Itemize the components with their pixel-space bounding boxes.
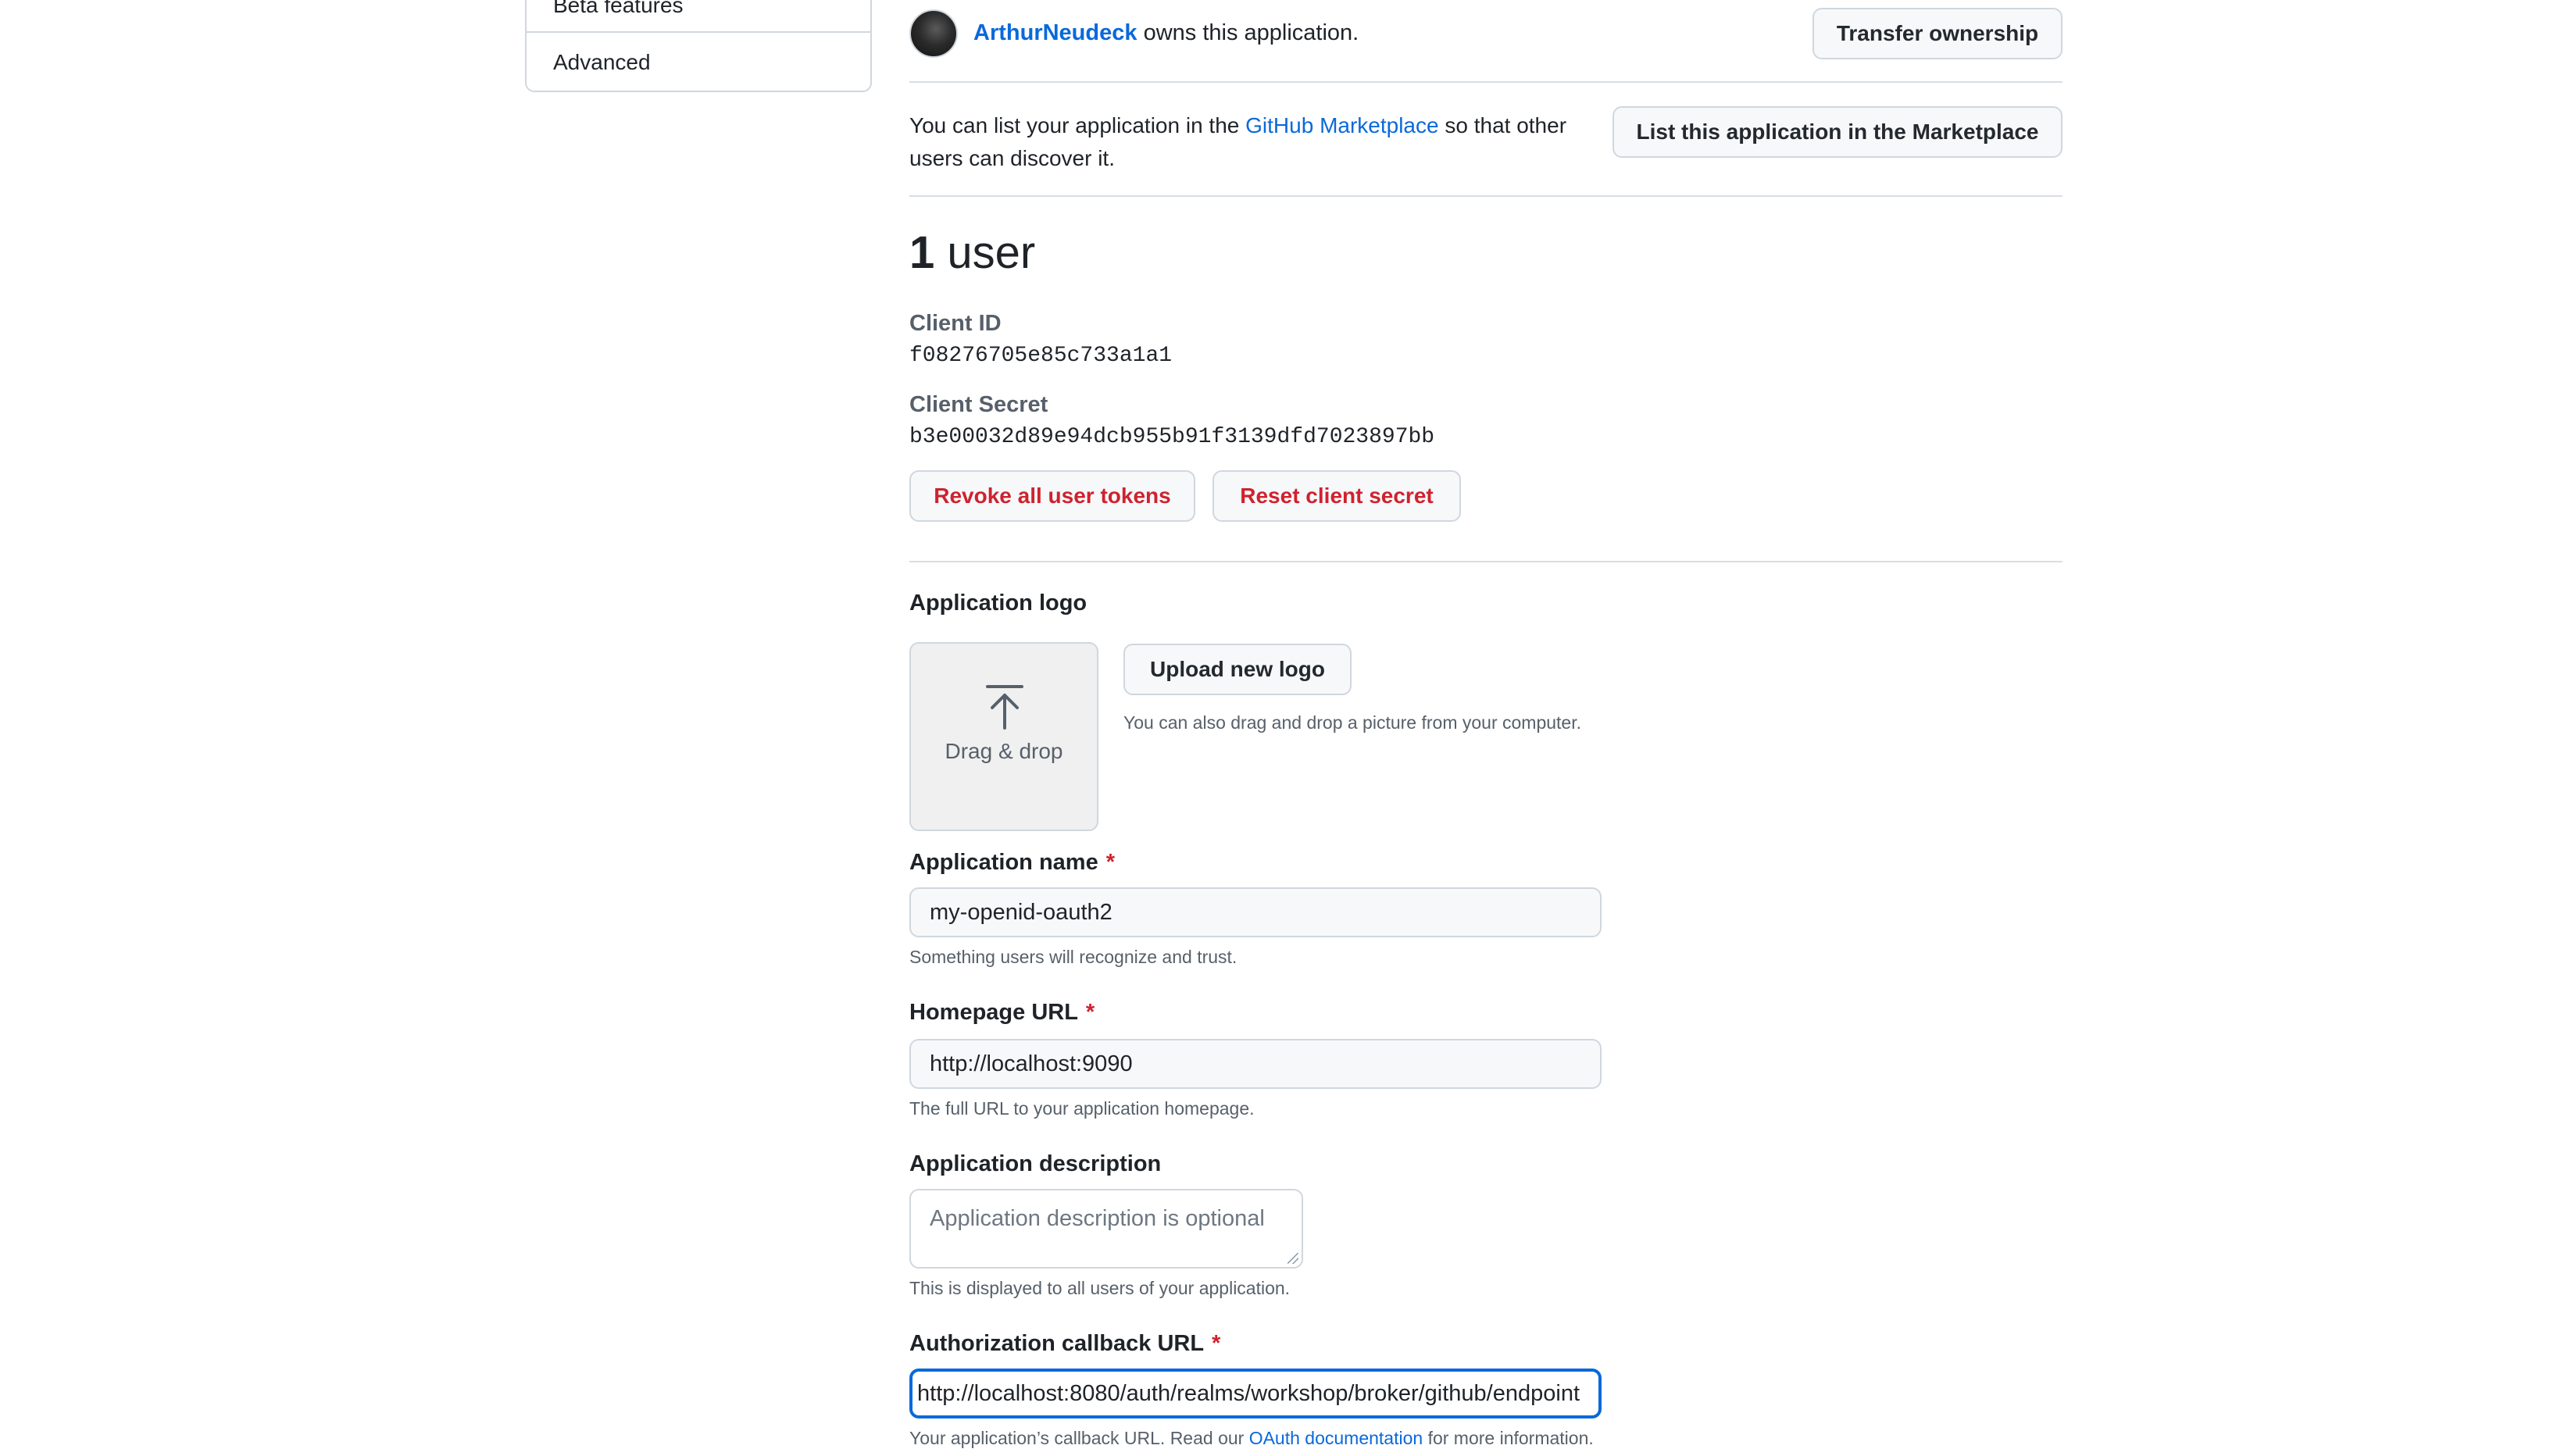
callback-url-label: Authorization callback URL * (909, 1331, 1220, 1357)
owner-row: ArthurNeudeck owns this application. Tra… (909, 8, 2062, 64)
sidebar-item-label: Beta features (553, 0, 684, 17)
description-placeholder: Application description is optional (930, 1206, 1265, 1231)
callback-url-label-text: Authorization callback URL (909, 1331, 1205, 1356)
sidebar-item-advanced[interactable]: Advanced (527, 33, 870, 92)
list-in-marketplace-button[interactable]: List this application in the Marketplace (1612, 106, 2062, 158)
application-description-hint: This is displayed to all users of your a… (909, 1278, 1291, 1298)
github-marketplace-link[interactable]: GitHub Marketplace (1245, 113, 1438, 137)
callback-hint-after: for more information. (1427, 1428, 1594, 1448)
client-id-label: Client ID (909, 311, 1002, 336)
users-count: 1 user (909, 227, 1035, 279)
marketplace-text: You can list your application in the Git… (909, 109, 1612, 175)
divider (909, 195, 2062, 197)
callback-url-hint: Your application’s callback URL. Read ou… (909, 1428, 1594, 1449)
homepage-url-input[interactable]: http://localhost:9090 (909, 1039, 1602, 1089)
reset-client-secret-button[interactable]: Reset client secret (1212, 470, 1461, 522)
upload-icon (986, 685, 1023, 730)
required-mark: * (1085, 1000, 1095, 1025)
settings-sidebar: Beta features Advanced (525, 0, 872, 92)
marketplace-text-before: You can list your application in the (909, 113, 1240, 137)
transfer-ownership-button[interactable]: Transfer ownership (1812, 8, 2062, 59)
callback-url-value: http://localhost:8080/auth/realms/worksh… (917, 1381, 1580, 1406)
required-mark: * (1105, 850, 1115, 875)
owner-text: ArthurNeudeck owns this application. (973, 20, 1359, 46)
application-name-label-text: Application name (909, 850, 1098, 875)
callback-url-input[interactable]: http://localhost:8080/auth/realms/worksh… (909, 1369, 1602, 1419)
sidebar-item-label: Advanced (553, 50, 651, 74)
application-logo-label: Application logo (909, 591, 1088, 616)
users-count-number: 1 (909, 227, 935, 278)
client-secret-label: Client Secret (909, 392, 1048, 417)
homepage-url-label-text: Homepage URL (909, 1000, 1078, 1025)
application-name-label: Application name * (909, 850, 1115, 876)
application-description-textarea[interactable]: Application description is optional (909, 1189, 1303, 1269)
users-count-label: user (947, 227, 1036, 278)
divider (909, 561, 2062, 562)
sidebar-item-beta-features[interactable]: Beta features (527, 0, 870, 33)
application-description-label: Application description (909, 1151, 1162, 1176)
required-mark: * (1212, 1331, 1221, 1356)
homepage-url-hint: The full URL to your application homepag… (909, 1098, 1255, 1119)
client-id-value: f08276705e85c733a1a1 (909, 344, 1173, 368)
logo-dropzone[interactable]: Drag & drop (909, 642, 1098, 831)
revoke-all-user-tokens-button[interactable]: Revoke all user tokens (909, 470, 1195, 522)
resize-grip-icon[interactable] (1288, 1253, 1298, 1264)
drag-drop-label: Drag & drop (945, 739, 1063, 763)
owner-username-link[interactable]: ArthurNeudeck (973, 20, 1138, 45)
avatar[interactable] (909, 9, 958, 58)
homepage-url-label: Homepage URL * (909, 1000, 1095, 1026)
application-name-hint: Something users will recognize and trust… (909, 947, 1238, 967)
callback-hint-before: Your application’s callback URL. Read ou… (909, 1428, 1245, 1448)
client-secret-value: b3e00032d89e94dcb955b91f3139dfd7023897bb (909, 425, 1435, 449)
application-name-input[interactable]: my-openid-oauth2 (909, 887, 1602, 937)
divider (909, 81, 2062, 83)
oauth-documentation-link[interactable]: OAuth documentation (1249, 1428, 1423, 1448)
logo-hint: You can also drag and drop a picture fro… (1123, 712, 1581, 733)
upload-new-logo-button[interactable]: Upload new logo (1123, 644, 1352, 695)
owner-suffix: owns this application. (1143, 20, 1359, 45)
